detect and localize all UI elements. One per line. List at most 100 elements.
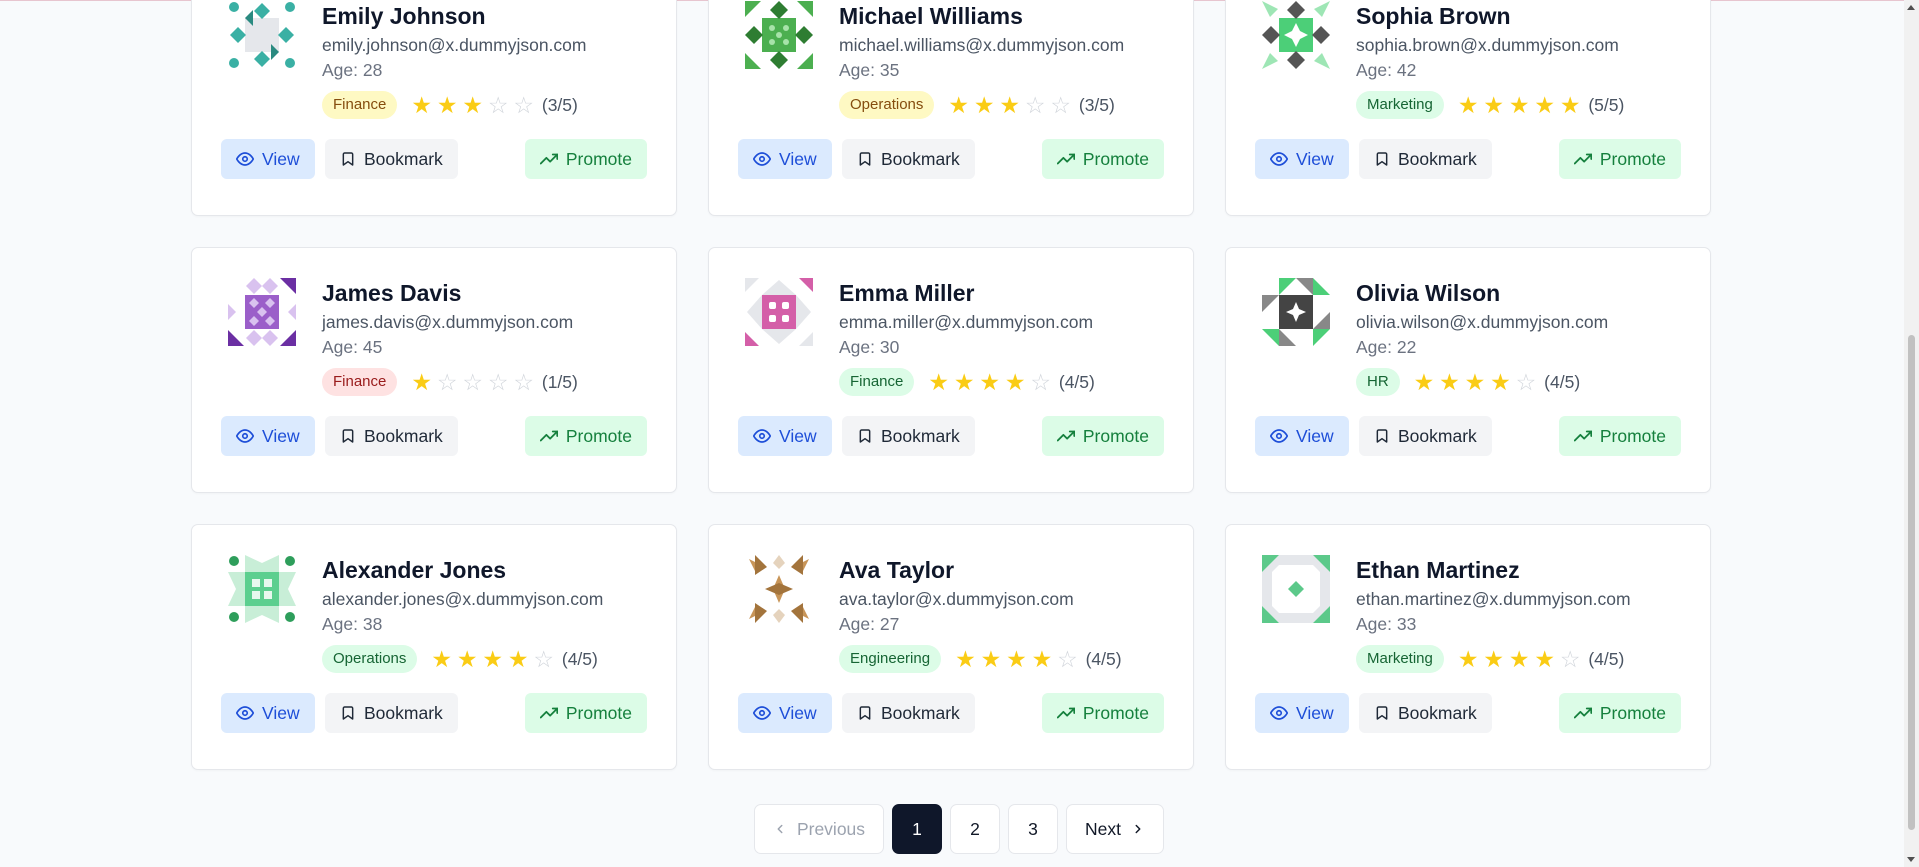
view-button[interactable]: View <box>1255 416 1349 456</box>
next-page-button[interactable]: Next <box>1066 804 1164 854</box>
previous-page-button[interactable]: Previous <box>754 804 884 854</box>
card-actions: View Bookmark Promote <box>221 139 647 179</box>
user-age: Age: 42 <box>1356 60 1417 80</box>
user-email: sophia.brown@x.dummyjson.com <box>1356 35 1619 55</box>
user-email: alexander.jones@x.dummyjson.com <box>322 589 604 609</box>
bookmark-label: Bookmark <box>881 425 960 446</box>
star-icon: ★ <box>1031 646 1053 672</box>
star-icon: ★ <box>980 646 1002 672</box>
trending-up-icon <box>539 707 558 719</box>
previous-label: Previous <box>796 818 866 839</box>
user-name: Ethan Martinez <box>1356 557 1520 583</box>
star-icon: ★ <box>1006 646 1027 672</box>
bookmark-icon <box>1376 706 1388 720</box>
eye-icon <box>236 706 254 720</box>
avatar <box>745 278 813 346</box>
rating-stars: ★ ★ ★ ★ ☆ (4/5) <box>928 370 1094 394</box>
user-email: ava.taylor@x.dummyjson.com <box>839 589 1074 609</box>
user-name: Ava Taylor <box>839 557 955 583</box>
rating-stars: ★ ★ ★ ★ ☆ (4/5) <box>1458 647 1624 671</box>
view-button[interactable]: View <box>1255 693 1349 733</box>
view-button[interactable]: View <box>1255 139 1349 179</box>
user-meta: Finance ★ ★ ★ ☆ ☆ (3/5) <box>322 90 586 120</box>
promote-button[interactable]: Promote <box>524 416 647 456</box>
scrollbar[interactable] <box>1904 0 1919 867</box>
user-email: olivia.wilson@x.dummyjson.com <box>1356 312 1609 332</box>
star-icon: ☆ <box>462 369 483 395</box>
bookmark-icon <box>342 429 354 443</box>
user-card: Emily Johnson emily.johnson@x.dummyjson.… <box>191 0 677 216</box>
view-button[interactable]: View <box>738 693 832 733</box>
star-icon: ★ <box>1483 646 1504 672</box>
user-card: Alexander Jones alexander.jones@x.dummyj… <box>191 524 677 770</box>
eye-icon <box>1270 429 1288 443</box>
user-info: Emily Johnson emily.johnson@x.dummyjson.… <box>322 1 586 120</box>
promote-button[interactable]: Promote <box>524 693 647 733</box>
user-age: Age: 33 <box>1356 614 1417 634</box>
promote-button[interactable]: Promote <box>1041 693 1164 733</box>
promote-button[interactable]: Promote <box>1041 139 1164 179</box>
scroll-thumb[interactable] <box>1908 335 1915 830</box>
promote-button[interactable]: Promote <box>1041 416 1164 456</box>
star-icon: ☆ <box>513 369 534 395</box>
bookmark-button[interactable]: Bookmark <box>1359 416 1492 456</box>
bookmark-button[interactable]: Bookmark <box>325 139 458 179</box>
bookmark-button[interactable]: Bookmark <box>325 693 458 733</box>
bookmark-button[interactable]: Bookmark <box>1359 139 1492 179</box>
rating-text: (4/5) <box>561 648 598 669</box>
bookmark-label: Bookmark <box>364 702 443 723</box>
view-button[interactable]: View <box>738 416 832 456</box>
user-info: James Davis james.davis@x.dummyjson.com … <box>322 278 578 397</box>
user-info: Ethan Martinez ethan.martinez@x.dummyjso… <box>1356 555 1631 674</box>
scroll-up-arrow-icon[interactable] <box>1907 5 1915 10</box>
user-card: Michael Williams michael.williams@x.dumm… <box>708 0 1194 216</box>
view-button[interactable]: View <box>738 139 832 179</box>
eye-icon <box>1270 706 1288 720</box>
star-icon: ☆ <box>1515 369 1537 395</box>
bookmark-icon <box>859 706 871 720</box>
promote-label: Promote <box>565 425 632 446</box>
card-actions: View Bookmark Promote <box>738 139 1164 179</box>
star-icon: ☆ <box>487 369 509 395</box>
promote-button[interactable]: Promote <box>1558 693 1681 733</box>
star-icon: ☆ <box>487 92 509 118</box>
user-age: Age: 38 <box>322 614 383 634</box>
view-label: View <box>262 425 300 446</box>
card-actions: View Bookmark Promote <box>738 416 1164 456</box>
user-meta: Marketing ★ ★ ★ ★ ★ (5/5) <box>1356 90 1624 120</box>
bookmark-button[interactable]: Bookmark <box>1359 693 1492 733</box>
trending-up-icon <box>1056 153 1075 165</box>
star-icon: ★ <box>1490 369 1511 395</box>
bookmark-button[interactable]: Bookmark <box>842 139 975 179</box>
user-info: Ava Taylor ava.taylor@x.dummyjson.com Ag… <box>839 555 1122 674</box>
page-3-button[interactable]: 3 <box>1008 804 1058 854</box>
promote-button[interactable]: Promote <box>524 139 647 179</box>
promote-label: Promote <box>1599 148 1666 169</box>
star-icon: ★ <box>1464 369 1486 395</box>
scroll-down-arrow-icon[interactable] <box>1907 857 1915 862</box>
promote-button[interactable]: Promote <box>1558 416 1681 456</box>
user-age: Age: 35 <box>839 60 900 80</box>
user-age: Age: 45 <box>322 337 383 357</box>
user-info: Alexander Jones alexander.jones@x.dummyj… <box>322 555 603 674</box>
bookmark-icon <box>342 152 354 166</box>
view-button[interactable]: View <box>221 416 315 456</box>
view-label: View <box>1296 148 1334 169</box>
bookmark-button[interactable]: Bookmark <box>325 416 458 456</box>
star-icon: ★ <box>462 92 483 118</box>
bookmark-button[interactable]: Bookmark <box>842 693 975 733</box>
bookmark-label: Bookmark <box>364 148 443 169</box>
trending-up-icon <box>1573 430 1592 442</box>
view-button[interactable]: View <box>221 693 315 733</box>
promote-label: Promote <box>1599 425 1666 446</box>
promote-button[interactable]: Promote <box>1558 139 1681 179</box>
star-icon: ★ <box>411 92 432 118</box>
page-2-button[interactable]: 2 <box>950 804 1000 854</box>
rating-text: (4/5) <box>1085 648 1122 669</box>
view-button[interactable]: View <box>221 139 315 179</box>
page-1-button[interactable]: 1 <box>892 804 942 854</box>
department-badge: Finance <box>322 91 398 119</box>
bookmark-button[interactable]: Bookmark <box>842 416 975 456</box>
user-card: Ava Taylor ava.taylor@x.dummyjson.com Ag… <box>708 524 1194 770</box>
star-icon: ★ <box>1004 369 1026 395</box>
